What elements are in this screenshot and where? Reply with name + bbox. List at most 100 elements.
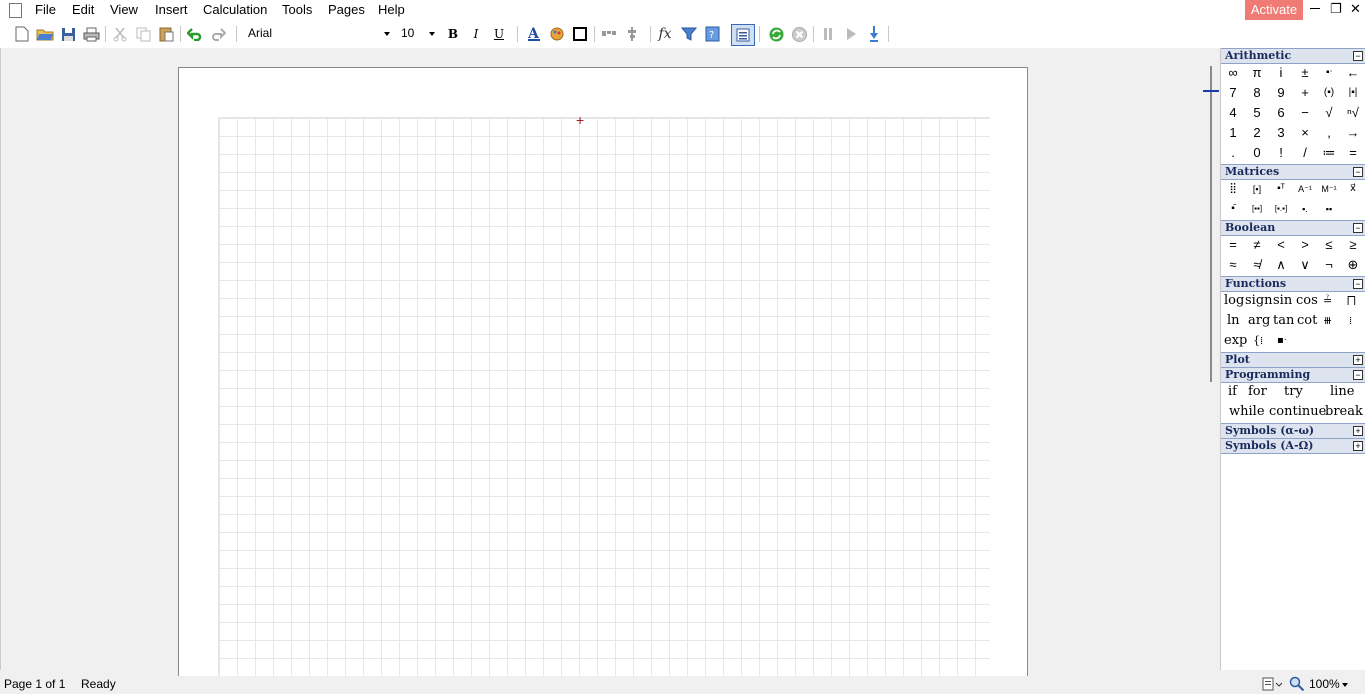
summation-button[interactable]: ≟ xyxy=(1323,291,1332,311)
border-icon[interactable] xyxy=(571,25,589,43)
if-button[interactable]: if xyxy=(1228,382,1237,402)
zoom-level[interactable]: 100% xyxy=(1309,677,1340,691)
italic-button[interactable]: I xyxy=(467,25,485,43)
or-button[interactable]: ∨ xyxy=(1293,255,1317,275)
matrix-button[interactable]: ⣿ xyxy=(1221,179,1245,199)
equal-button[interactable]: = xyxy=(1221,235,1245,255)
and-button[interactable]: ∧ xyxy=(1269,255,1293,275)
section-arithmetic-header[interactable]: Arithmetic − xyxy=(1221,48,1365,64)
factorial-button[interactable]: ! xyxy=(1269,143,1293,163)
digit-9-button[interactable]: 9 xyxy=(1269,83,1293,103)
align-vertical-icon[interactable] xyxy=(623,25,641,43)
bold-button[interactable]: B xyxy=(444,25,462,43)
collapse-icon[interactable]: − xyxy=(1353,167,1363,177)
sin-button[interactable]: sin xyxy=(1273,291,1292,311)
parentheses-button[interactable]: (▪) xyxy=(1317,83,1341,103)
while-button[interactable]: while xyxy=(1229,402,1265,422)
collapse-icon[interactable]: − xyxy=(1353,279,1363,289)
multiply-button[interactable]: × xyxy=(1293,123,1317,143)
digit-5-button[interactable]: 5 xyxy=(1245,103,1269,123)
section-symbols-lower-header[interactable]: Symbols (α-ω) + xyxy=(1221,423,1365,439)
vector-button[interactable]: x⃗ xyxy=(1341,179,1365,199)
divide-button[interactable]: / xyxy=(1293,143,1317,163)
section-functions-header[interactable]: Functions − xyxy=(1221,276,1365,292)
menu-tools[interactable]: Tools xyxy=(282,2,312,17)
paste-icon[interactable] xyxy=(157,25,175,43)
function-call-button[interactable]: ▪ᐧ xyxy=(1277,331,1286,351)
less-than-button[interactable]: < xyxy=(1269,235,1293,255)
text-color-icon[interactable]: A xyxy=(525,25,543,43)
worksheet-area[interactable]: + xyxy=(0,48,1202,689)
less-equal-button[interactable]: ≤ xyxy=(1317,235,1341,255)
digit-6-button[interactable]: 6 xyxy=(1269,103,1293,123)
right-arrow-button[interactable]: → xyxy=(1341,123,1365,143)
collapse-icon[interactable]: − xyxy=(1353,370,1363,380)
column-vector-button[interactable]: [▪] xyxy=(1245,179,1269,199)
menu-view[interactable]: View xyxy=(110,2,138,17)
underline-button[interactable]: U xyxy=(490,25,508,43)
vertical-scrollbar[interactable] xyxy=(1201,48,1220,670)
integral-button[interactable]: ⧻ xyxy=(1323,311,1332,331)
piecewise-button[interactable]: ⁞ xyxy=(1349,311,1352,331)
cut-icon[interactable] xyxy=(111,25,129,43)
activate-button[interactable]: Activate xyxy=(1245,0,1303,20)
page-layout-icon[interactable] xyxy=(1262,677,1283,694)
sqrt-button[interactable]: √ xyxy=(1317,103,1341,123)
print-icon[interactable] xyxy=(82,25,100,43)
font-size-select[interactable]: 10 xyxy=(397,24,439,43)
step-icon[interactable] xyxy=(865,25,883,43)
worksheet-view-icon[interactable] xyxy=(731,24,755,46)
new-document-icon[interactable] xyxy=(13,25,31,43)
undo-icon[interactable] xyxy=(186,25,204,43)
menu-insert[interactable]: Insert xyxy=(155,2,188,17)
worksheet-page[interactable]: + xyxy=(178,67,1028,689)
row-vector-button[interactable]: [▪▪] xyxy=(1245,199,1269,219)
absolute-button[interactable]: |▪| xyxy=(1341,83,1365,103)
worksheet-grid[interactable] xyxy=(218,117,990,688)
greater-equal-button[interactable]: ≥ xyxy=(1341,235,1365,255)
digit-1-button[interactable]: 1 xyxy=(1221,123,1245,143)
digit-3-button[interactable]: 3 xyxy=(1269,123,1293,143)
left-arrow-button[interactable]: ← xyxy=(1341,63,1365,83)
pause-icon[interactable] xyxy=(819,25,837,43)
for-button[interactable]: for xyxy=(1248,382,1267,402)
infinity-button[interactable]: ∞ xyxy=(1221,63,1245,83)
overline-button[interactable]: ▪̄ xyxy=(1221,199,1245,219)
range-button[interactable]: [▪.▪] xyxy=(1269,199,1293,219)
cot-button[interactable]: cot xyxy=(1297,311,1317,331)
digit-8-button[interactable]: 8 xyxy=(1245,83,1269,103)
matrix-inverse-button[interactable]: M⁻¹ xyxy=(1317,179,1341,199)
section-plot-header[interactable]: Plot + xyxy=(1221,352,1365,368)
line-button[interactable]: line xyxy=(1330,382,1354,402)
exp-button[interactable]: exp xyxy=(1224,331,1247,351)
section-boolean-header[interactable]: Boolean − xyxy=(1221,220,1365,236)
transpose-button[interactable]: ▪ᵀ xyxy=(1269,179,1293,199)
stop-icon[interactable] xyxy=(790,25,808,43)
digit-4-button[interactable]: 4 xyxy=(1221,103,1245,123)
not-approx-button[interactable]: ≉ xyxy=(1245,255,1269,275)
subscript-button[interactable]: ▪. xyxy=(1293,199,1317,219)
section-matrices-header[interactable]: Matrices − xyxy=(1221,164,1365,180)
menu-edit[interactable]: Edit xyxy=(72,2,94,17)
redo-icon[interactable] xyxy=(209,25,227,43)
not-equal-button[interactable]: ≠ xyxy=(1245,235,1269,255)
close-button[interactable]: ✕ xyxy=(1350,1,1361,17)
plus-button[interactable]: + xyxy=(1293,83,1317,103)
font-family-select[interactable]: Arial xyxy=(244,24,394,43)
open-folder-icon[interactable] xyxy=(36,25,54,43)
ln-button[interactable]: ln xyxy=(1227,311,1240,331)
power-button[interactable]: ▪ᐧ xyxy=(1317,63,1341,83)
digit-0-button[interactable]: 0 xyxy=(1245,143,1269,163)
restore-button[interactable]: ❐ xyxy=(1330,1,1342,17)
filter-icon[interactable] xyxy=(680,25,698,43)
chevron-down-icon[interactable] xyxy=(1342,683,1348,687)
approx-button[interactable]: ≈ xyxy=(1221,255,1245,275)
digit-7-button[interactable]: 7 xyxy=(1221,83,1245,103)
comma-button[interactable]: , xyxy=(1317,123,1341,143)
imaginary-button[interactable]: i xyxy=(1269,63,1293,83)
zoom-icon[interactable] xyxy=(1289,676,1305,694)
cos-button[interactable]: cos xyxy=(1296,291,1318,311)
sign-button[interactable]: sign xyxy=(1245,291,1273,311)
product-button[interactable]: ⨅ xyxy=(1347,291,1356,311)
minus-button[interactable]: − xyxy=(1293,103,1317,123)
